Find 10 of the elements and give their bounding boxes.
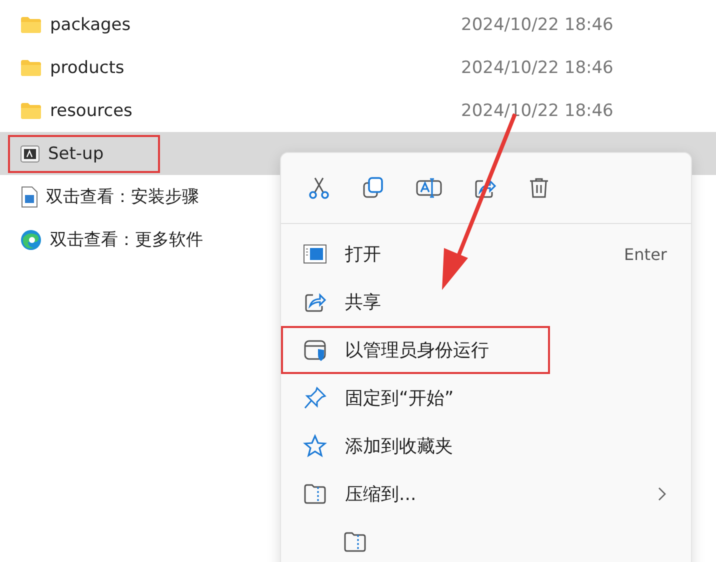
file-name: products bbox=[50, 58, 124, 78]
file-date: 2024/10/22 18:46 bbox=[461, 100, 614, 120]
file-name: packages bbox=[50, 14, 131, 34]
file-date: 2024/10/22 18:46 bbox=[461, 14, 614, 34]
file-name: resources bbox=[50, 100, 132, 120]
file-name: 双击查看：安装步骤 bbox=[46, 186, 199, 208]
shortcut-text: Enter bbox=[624, 244, 667, 264]
file-date: 2024/10/22 18:46 bbox=[461, 58, 614, 78]
file-name: Set-up bbox=[48, 144, 104, 164]
file-name: 双击查看：更多软件 bbox=[50, 229, 203, 251]
